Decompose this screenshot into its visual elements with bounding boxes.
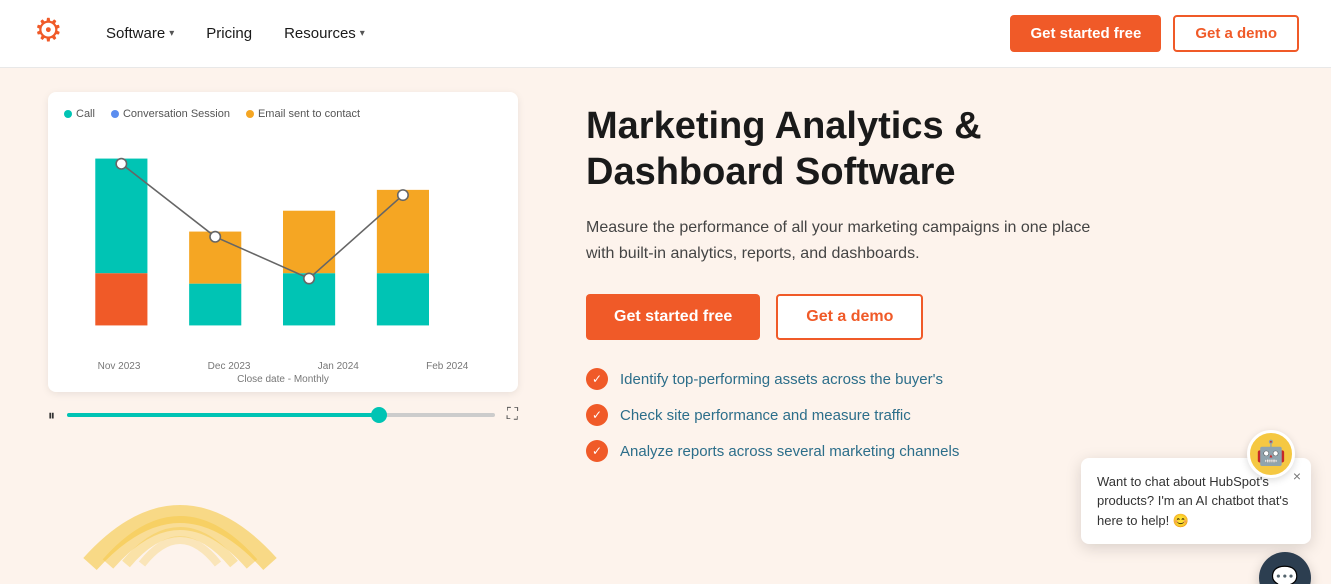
check-icon-1: ✓ (586, 368, 608, 390)
nav-get-started-button[interactable]: Get started free (1010, 15, 1161, 52)
expand-button[interactable]: ⛶ (507, 406, 518, 424)
hero-get-started-button[interactable]: Get started free (586, 294, 760, 340)
label-nov: Nov 2023 (98, 361, 141, 372)
data-point-1 (116, 159, 126, 169)
feature-item-1: ✓ Identify top-performing assets across … (586, 368, 1283, 390)
legend-call-label: Call (76, 108, 95, 120)
feature-label-2: Check site performance and measure traff… (620, 407, 911, 424)
progress-track[interactable] (67, 413, 495, 417)
bar-dec-teal (189, 284, 241, 326)
feature-list: ✓ Identify top-performing assets across … (586, 368, 1283, 462)
main-content: Call Conversation Session Email sent to … (0, 68, 1331, 584)
main-title: Marketing Analytics & Dashboard Software (586, 104, 1283, 195)
legend-call: Call (64, 108, 95, 120)
bar-jan-yellow (283, 211, 335, 274)
bar-nov-orange (95, 273, 147, 325)
legend-email: Email sent to contact (246, 108, 360, 120)
nav-actions: Get started free Get a demo (1010, 15, 1299, 52)
main-subtitle: Measure the performance of all your mark… (586, 215, 1106, 266)
bar-feb-yellow (377, 190, 429, 273)
chat-message: Want to chat about HubSpot's products? I… (1097, 474, 1288, 528)
close-date-label: Close date - Monthly (64, 374, 502, 385)
rainbow-decoration (80, 454, 280, 584)
feature-item-2: ✓ Check site performance and measure tra… (586, 404, 1283, 426)
data-point-4 (398, 190, 408, 200)
bar-chart (64, 132, 502, 352)
hero-get-demo-button[interactable]: Get a demo (776, 294, 923, 340)
hubspot-logo[interactable]: ⚙ (32, 13, 68, 54)
chat-bubble: 🤖 × Want to chat about HubSpot's product… (1081, 458, 1311, 545)
navbar: ⚙ Software ▾ Pricing Resources ▾ Get sta… (0, 0, 1331, 68)
resources-chevron-icon: ▾ (360, 28, 365, 39)
nav-get-demo-button[interactable]: Get a demo (1173, 15, 1299, 52)
feature-label-1: Identify top-performing assets across th… (620, 371, 943, 388)
chart-legend: Call Conversation Session Email sent to … (64, 108, 502, 120)
chat-open-button[interactable]: 💬 (1259, 552, 1311, 584)
trend-line (121, 164, 403, 279)
software-chevron-icon: ▾ (169, 28, 174, 39)
nav-items: Software ▾ Pricing Resources ▾ (92, 17, 1010, 50)
legend-call-dot (64, 110, 72, 118)
data-point-3 (304, 273, 314, 283)
check-icon-3: ✓ (586, 440, 608, 462)
legend-conversation: Conversation Session (111, 108, 230, 120)
label-dec: Dec 2023 (208, 361, 251, 372)
playback-bar: ⏸ ⛶ (48, 406, 518, 424)
label-jan: Jan 2024 (318, 361, 359, 372)
legend-email-dot (246, 110, 254, 118)
legend-conversation-label: Conversation Session (123, 108, 230, 120)
bar-nov-teal (95, 159, 147, 274)
nav-pricing[interactable]: Pricing (192, 17, 266, 50)
chart-card: Call Conversation Session Email sent to … (48, 92, 518, 392)
cta-buttons: Get started free Get a demo (586, 294, 1283, 340)
svg-text:⚙: ⚙ (34, 13, 63, 48)
data-point-2 (210, 232, 220, 242)
nav-software[interactable]: Software ▾ (92, 17, 188, 50)
chart-container: Call Conversation Session Email sent to … (48, 92, 538, 424)
progress-thumb (371, 407, 387, 423)
text-content: Marketing Analytics & Dashboard Software… (586, 92, 1283, 462)
progress-fill (67, 413, 379, 417)
legend-conversation-dot (111, 110, 119, 118)
bar-feb-teal (377, 273, 429, 325)
chart-x-labels: Nov 2023 Dec 2023 Jan 2024 Feb 2024 (64, 361, 502, 372)
feature-label-3: Analyze reports across several marketing… (620, 443, 959, 460)
pause-button[interactable]: ⏸ (48, 407, 55, 424)
label-feb: Feb 2024 (426, 361, 468, 372)
check-icon-2: ✓ (586, 404, 608, 426)
chat-avatar: 🤖 (1247, 430, 1295, 478)
chat-bubble-icon: 💬 (1271, 565, 1298, 584)
nav-resources[interactable]: Resources ▾ (270, 17, 379, 50)
legend-email-label: Email sent to contact (258, 108, 360, 120)
chat-widget: 🤖 × Want to chat about HubSpot's product… (1081, 458, 1311, 545)
chat-close-button[interactable]: × (1293, 466, 1301, 487)
